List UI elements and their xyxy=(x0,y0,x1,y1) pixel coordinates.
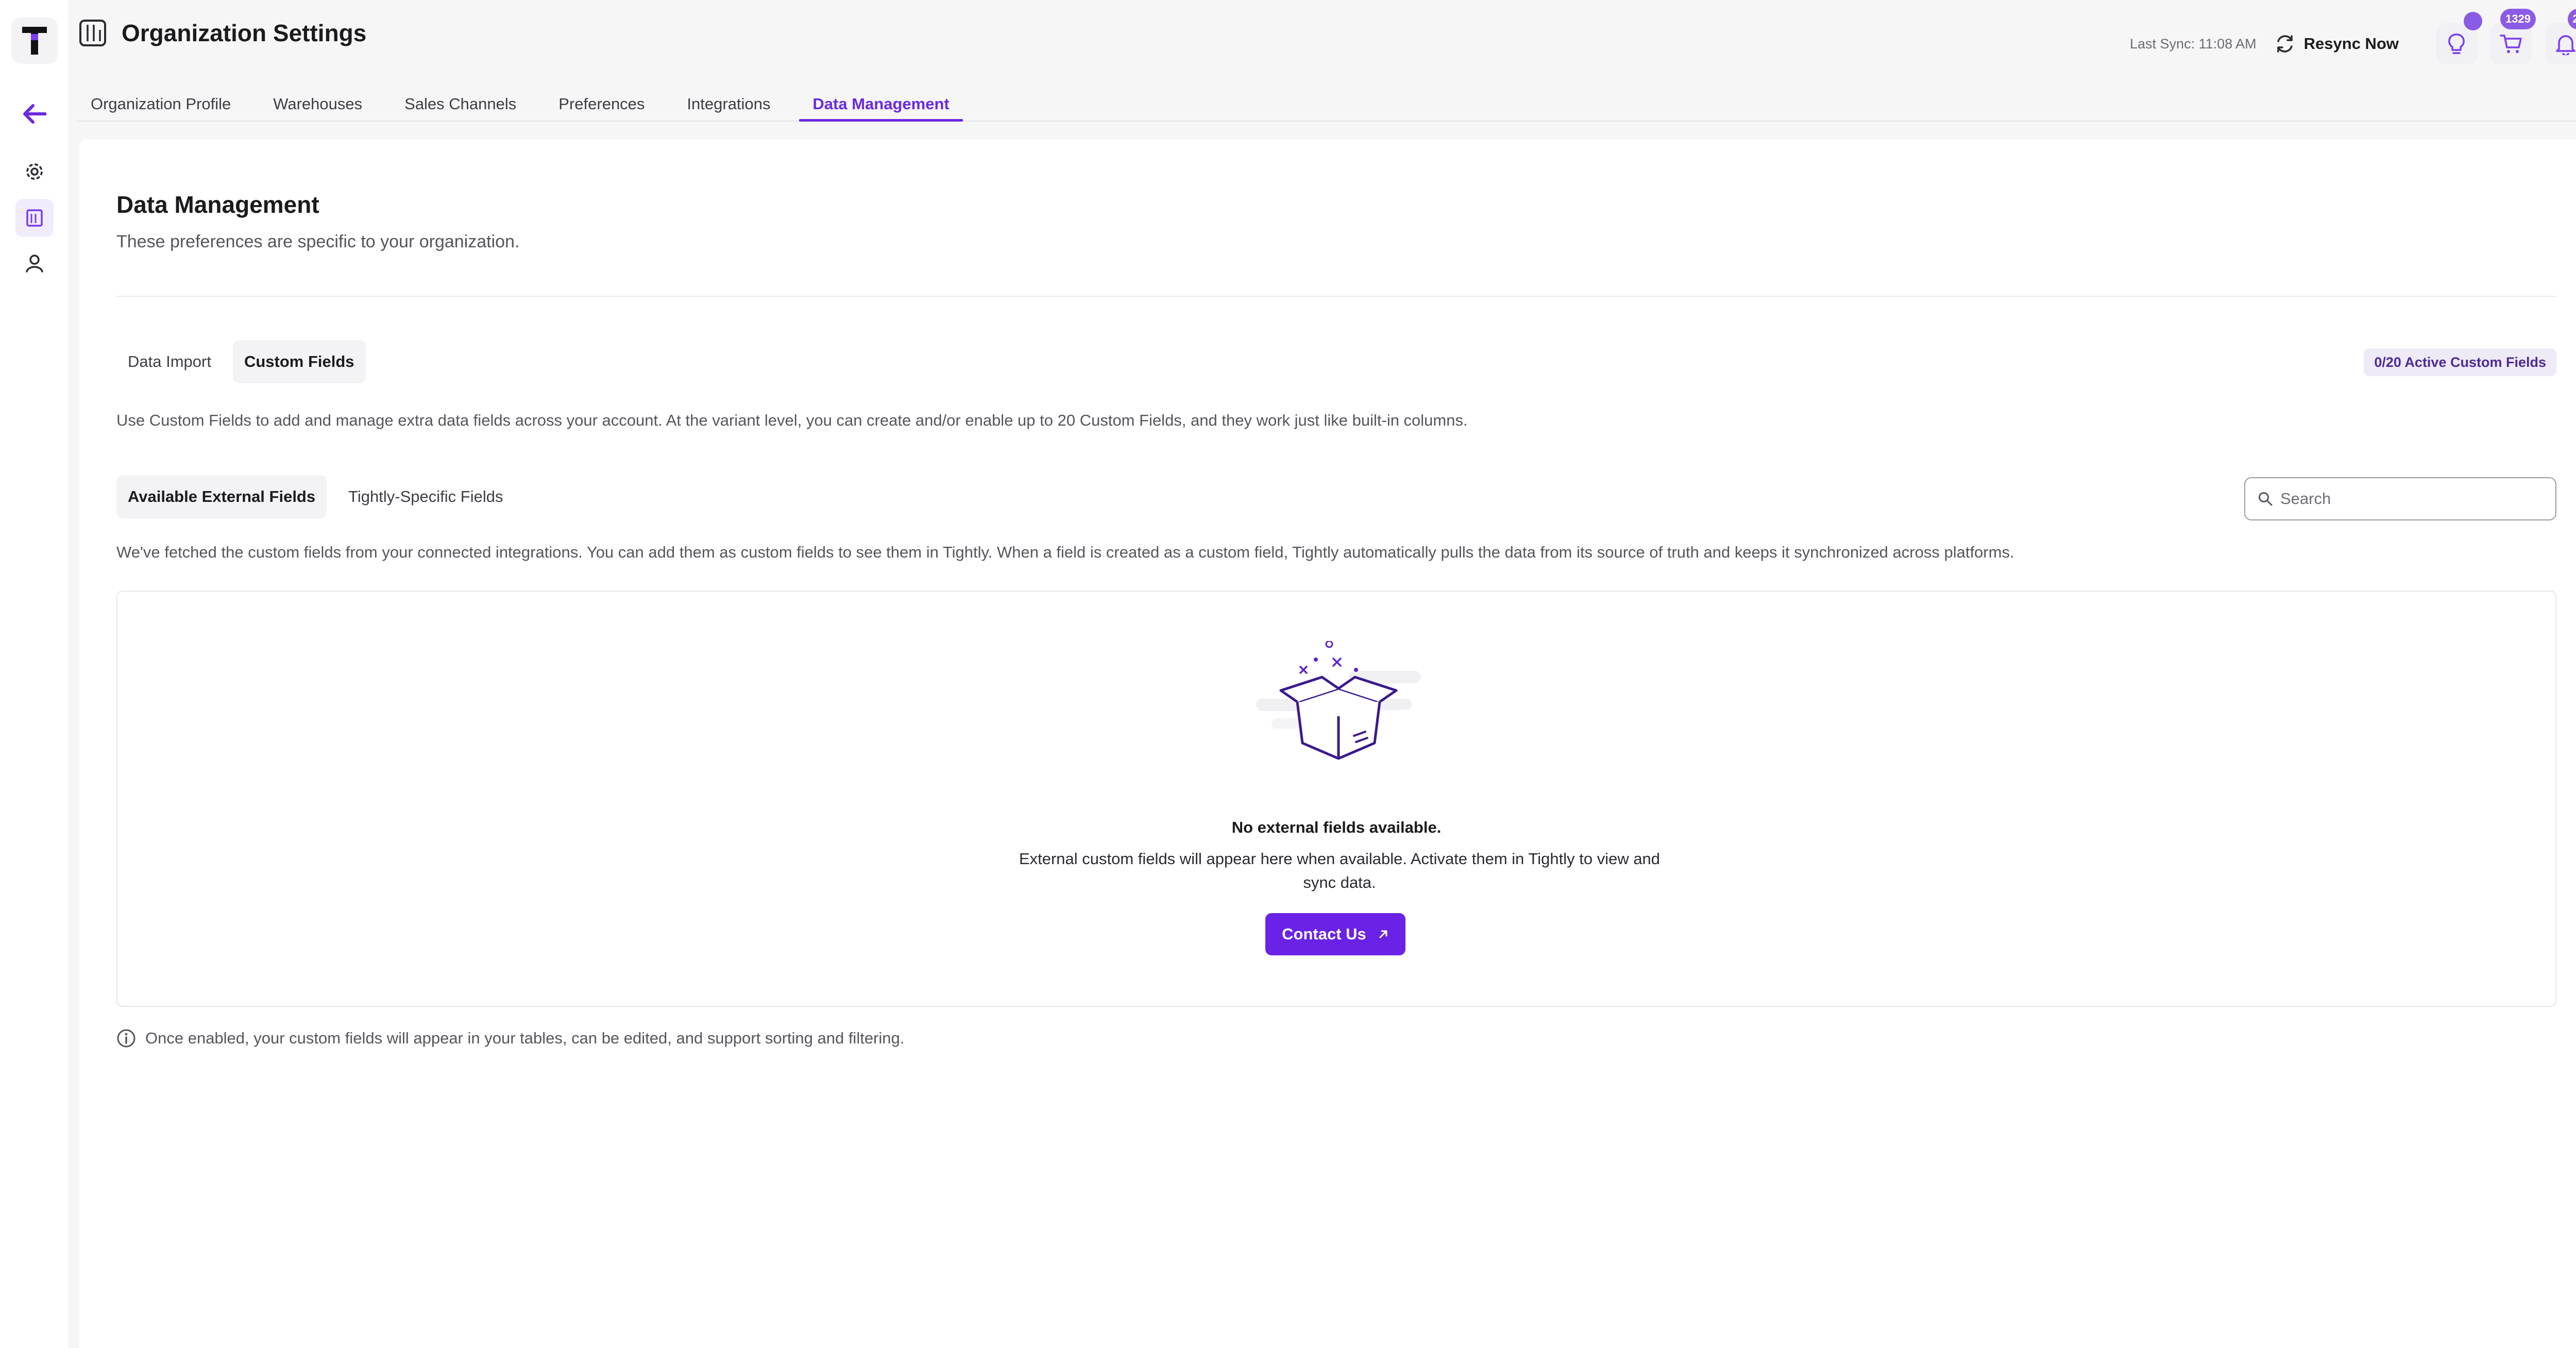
refresh-icon xyxy=(2277,35,2293,53)
section-title: Data Management xyxy=(116,191,319,218)
field-source-tabs: Available External Fields Tightly-Specif… xyxy=(116,475,514,518)
back-arrow-icon[interactable] xyxy=(15,95,54,133)
app-logo[interactable] xyxy=(11,18,58,64)
contact-us-label: Contact Us xyxy=(1282,925,1366,943)
section-divider xyxy=(116,296,2556,297)
external-fields-description: We've fetched the custom fields from you… xyxy=(116,543,2014,561)
search-input[interactable] xyxy=(2280,490,2538,508)
contact-us-button[interactable]: Contact Us xyxy=(1265,913,1405,955)
gear-icon[interactable] xyxy=(15,153,54,191)
organization-icon xyxy=(79,20,106,46)
resync-label: Resync Now xyxy=(2303,35,2399,53)
cart-count-badge: 1329 xyxy=(2500,9,2536,29)
page-title: Organization Settings xyxy=(122,20,367,46)
bell-icon xyxy=(2556,35,2575,55)
last-sync-text: Last Sync: 11:08 AM xyxy=(2130,36,2257,52)
subtab-custom-fields[interactable]: Custom Fields xyxy=(232,340,366,383)
footnote-text: Once enabled, your custom fields will ap… xyxy=(145,1029,905,1047)
left-rail xyxy=(0,0,69,1348)
tab-integrations[interactable]: Integrations xyxy=(673,88,784,121)
empty-state-message: External custom fields will appear here … xyxy=(1019,850,1660,891)
subtab-data-import[interactable]: Data Import xyxy=(116,340,223,383)
resync-button[interactable]: Resync Now xyxy=(2274,33,2399,55)
info-icon xyxy=(117,1029,135,1048)
building-icon[interactable] xyxy=(15,199,54,237)
app-root: Organization Settings Last Sync: 11:08 A… xyxy=(0,0,2576,1348)
tab-warehouses[interactable]: Warehouses xyxy=(260,88,376,121)
empty-state-title: No external fields available. xyxy=(1231,818,1442,836)
top-header: Organization Settings Last Sync: 11:08 A… xyxy=(69,0,2576,72)
header-actions: Last Sync: 11:08 AM Resync Now 1329 2 xyxy=(2130,9,2576,72)
cart-icon xyxy=(2500,35,2522,53)
search-icon xyxy=(2259,492,2273,506)
empty-state-panel: No external fields available. External c… xyxy=(116,591,2556,1007)
custom-fields-footnote: Once enabled, your custom fields will ap… xyxy=(116,1029,904,1048)
title-group: Organization Settings xyxy=(77,18,366,48)
section-subtitle: These preferences are specific to your o… xyxy=(116,232,520,251)
tab-sales-channels[interactable]: Sales Channels xyxy=(391,88,530,121)
user-icon[interactable] xyxy=(15,244,54,282)
data-management-subtabs: Data Import Custom Fields xyxy=(116,340,366,383)
arrow-up-right-icon xyxy=(1379,930,1387,938)
tab-tightly-specific-fields[interactable]: Tightly-Specific Fields xyxy=(337,475,514,518)
logo-icon xyxy=(22,27,47,55)
data-management-card: Data Management These preferences are sp… xyxy=(79,139,2576,1348)
open-box-icon xyxy=(1256,641,1421,760)
tips-dot-badge xyxy=(2464,12,2482,30)
settings-tabs: Organization Profile Warehouses Sales Ch… xyxy=(77,88,2576,122)
tab-data-management[interactable]: Data Management xyxy=(799,88,963,122)
custom-fields-description: Use Custom Fields to add and manage extr… xyxy=(116,411,1468,429)
tab-preferences[interactable]: Preferences xyxy=(545,88,658,121)
lightbulb-icon xyxy=(2448,33,2465,54)
tab-organization-profile[interactable]: Organization Profile xyxy=(77,88,244,121)
active-custom-fields-badge: 0/20 Active Custom Fields xyxy=(2364,348,2556,376)
tips-button[interactable] xyxy=(2436,12,2482,64)
search-field[interactable] xyxy=(2244,477,2556,520)
cart-button[interactable]: 1329 xyxy=(2490,9,2536,64)
notification-count-badge: 25 xyxy=(2567,9,2576,29)
notifications-button[interactable]: 25 xyxy=(2545,9,2576,64)
tab-available-external-fields[interactable]: Available External Fields xyxy=(116,475,327,518)
